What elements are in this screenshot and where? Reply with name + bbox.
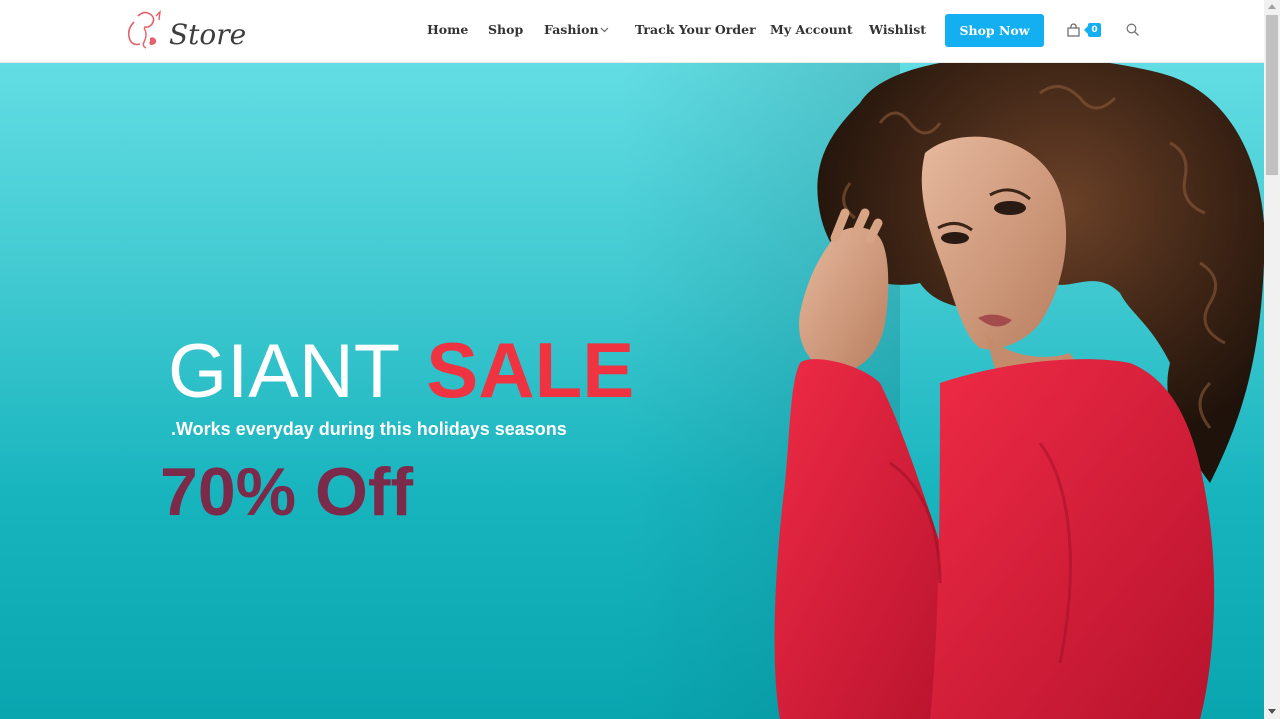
model-illustration [774, 63, 1264, 719]
nav-fashion[interactable]: Fashion [544, 22, 599, 37]
chevron-down-icon [600, 27, 609, 33]
nav-track-order[interactable]: Track Your Order [635, 22, 756, 37]
headline-sale: SALE [426, 326, 635, 414]
hero-headline: GIANT SALE [168, 325, 634, 416]
hero-banner[interactable]: GIANT SALE .Works everyday during this ho… [0, 63, 1264, 719]
scroll-up-arrow-icon[interactable] [1268, 4, 1276, 9]
cart-button[interactable]: 0 [1067, 22, 1107, 42]
cart-count-badge: 0 [1084, 23, 1101, 37]
shop-now-button[interactable]: Shop Now [945, 14, 1044, 47]
scroll-thumb[interactable] [1266, 15, 1278, 175]
shopping-bag-icon [1067, 23, 1080, 37]
hero-model-image [740, 63, 1264, 719]
search-icon[interactable] [1126, 23, 1140, 37]
site-header: Store Home Shop Fashion Track Your Order… [0, 0, 1264, 63]
headline-giant: GIANT [168, 329, 401, 414]
page-scrollbar[interactable] [1264, 0, 1280, 719]
hero-discount: 70% Off [160, 454, 414, 530]
store-logo[interactable]: Store [124, 8, 246, 56]
nav-my-account[interactable]: My Account [770, 22, 853, 37]
nav-home[interactable]: Home [427, 22, 468, 37]
scroll-down-arrow-icon[interactable] [1268, 709, 1276, 714]
logo-text: Store [169, 18, 247, 51]
nav-shop[interactable]: Shop [488, 22, 523, 37]
nav-wishlist[interactable]: Wishlist [869, 22, 926, 37]
hero-subtitle: .Works everyday during this holidays sea… [171, 419, 567, 439]
